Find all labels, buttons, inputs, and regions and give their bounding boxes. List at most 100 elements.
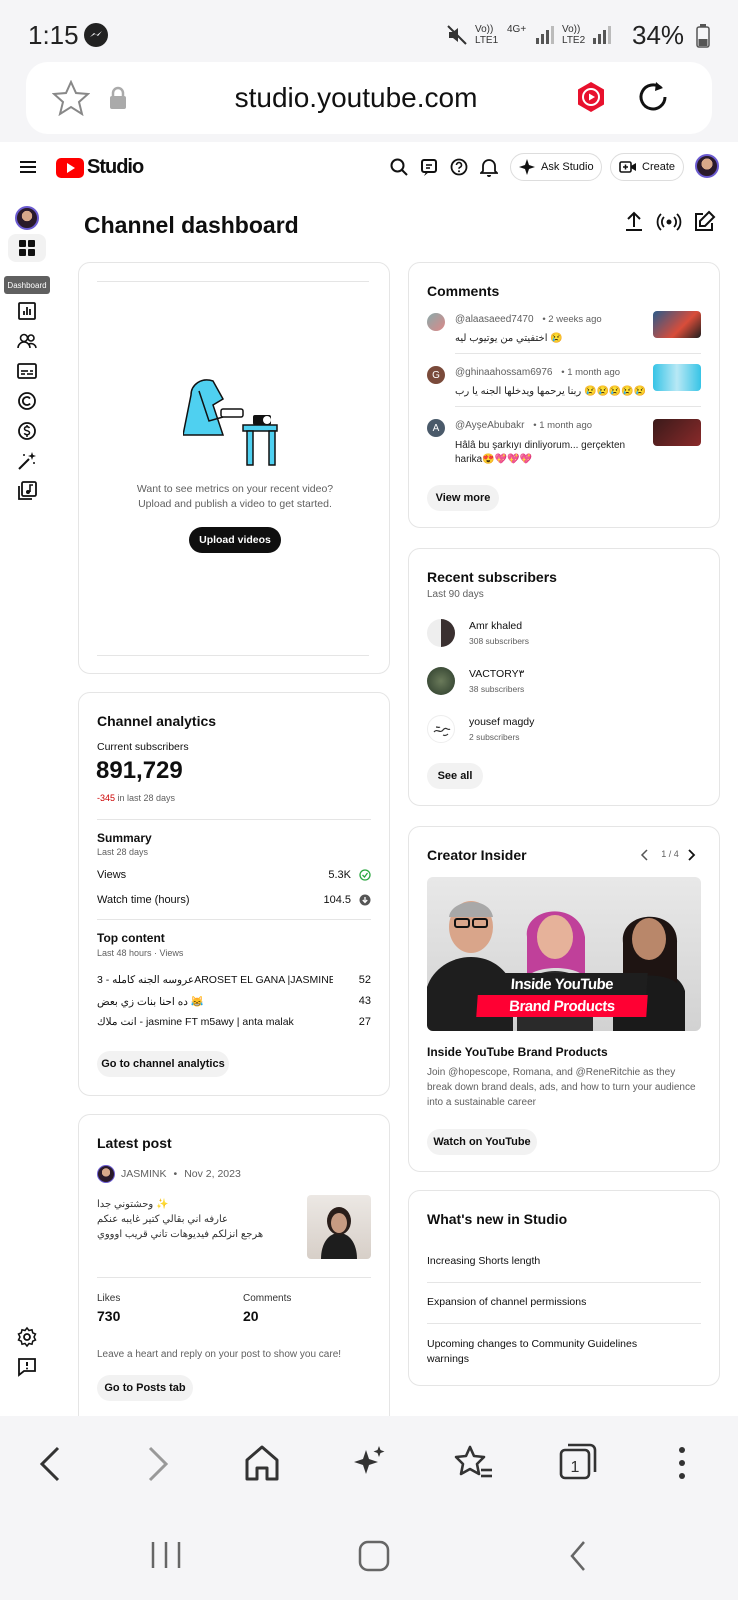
subscriber-name[interactable]: yousef magdy [469, 716, 534, 728]
go-to-analytics-button[interactable]: Go to channel analytics [97, 1051, 229, 1077]
more-options-icon[interactable] [678, 1446, 686, 1480]
subtitles-icon[interactable] [16, 360, 38, 382]
dashboard-icon [19, 240, 35, 256]
divider [97, 281, 369, 282]
upload-videos-button[interactable]: Upload videos [189, 527, 281, 553]
commenter-avatar: A [427, 419, 445, 437]
comment-video-thumbnail[interactable] [653, 311, 701, 338]
copyright-icon[interactable] [16, 390, 38, 412]
menu-icon[interactable] [20, 160, 36, 174]
whats-new-item[interactable]: Increasing Shorts length [427, 1255, 540, 1267]
subscriber-avatar[interactable] [427, 667, 455, 695]
top-content-item[interactable]: انت ملاك - jasmine FT m5awy | anta malak [97, 1016, 333, 1028]
system-back-icon[interactable] [568, 1540, 588, 1572]
notifications-icon[interactable] [480, 157, 498, 177]
chevron-left-icon[interactable] [639, 849, 651, 861]
reload-icon[interactable] [634, 78, 672, 116]
subscriber-avatar[interactable] [427, 715, 455, 743]
analytics-icon[interactable] [16, 300, 38, 322]
create-button[interactable]: Create [610, 153, 684, 181]
top-content-item[interactable]: عروسه الجنه كامله - 3AROSET EL GANA |JAS… [97, 974, 333, 986]
banner-line1: Inside YouTube [476, 973, 648, 995]
comment-author[interactable]: @alaasaeed7470 [455, 314, 534, 325]
insider-video-title[interactable]: Inside YouTube Brand Products [427, 1045, 608, 1059]
help-icon[interactable] [450, 158, 468, 176]
chevron-right-icon[interactable] [685, 849, 697, 861]
subscribers-count: 891,729 [96, 757, 183, 784]
comment-text: اختفيتي من يوتيوب ليه 😢 [455, 333, 563, 344]
top-content-sub: Last 48 hours · Views [97, 948, 184, 958]
search-icon[interactable] [390, 158, 408, 176]
go-to-posts-button[interactable]: Go to Posts tab [97, 1375, 193, 1401]
customization-wand-icon[interactable] [16, 450, 38, 472]
commenter-avatar [427, 313, 445, 331]
comment-author[interactable]: @ghinaahossam6976 [455, 367, 552, 378]
account-avatar[interactable] [695, 154, 719, 178]
audio-library-icon[interactable] [16, 480, 38, 502]
bookmarks-icon[interactable] [454, 1444, 494, 1482]
url-text[interactable]: studio.youtube.com [176, 82, 536, 114]
analytics-title: Channel analytics [97, 713, 217, 729]
view-more-button[interactable]: View more [427, 485, 499, 511]
send-feedback-icon[interactable] [16, 1356, 38, 1378]
subscriber-name[interactable]: VACTORY٣ [469, 668, 524, 680]
watch-on-youtube-button[interactable]: Watch on YouTube [427, 1129, 537, 1155]
recent-subscribers-card: Recent subscribers Last 90 days Amr khal… [408, 548, 720, 806]
home-icon[interactable] [244, 1444, 280, 1482]
top-content-item[interactable]: ده احنا بنات زي بعض 😹 [97, 995, 333, 1008]
post-text: ✨ وحشتوني جدا عارفه اني بقالي كتير غايبه… [97, 1197, 277, 1242]
see-all-button[interactable]: See all [427, 763, 483, 789]
create-post-icon[interactable] [690, 208, 718, 236]
upload-icon[interactable] [620, 208, 648, 236]
settings-gear-icon[interactable] [16, 1326, 38, 1348]
ask-studio-label: Ask Studio [541, 161, 594, 173]
post-line: هرجع انزلكم فيديوهات تاني قريب اوووي [97, 1229, 264, 1240]
svg-text:1: 1 [571, 1459, 580, 1476]
comment-time: • 2 weeks ago [542, 314, 602, 325]
earn-icon[interactable] [16, 420, 38, 442]
sparkle-icon [519, 159, 535, 175]
subscriber-name[interactable]: Amr khaled [469, 620, 522, 632]
post-author-avatar [97, 1165, 115, 1183]
creator-insider-card: Creator Insider 1 / 4 Inside YouTube Bra… [408, 826, 720, 1172]
comments-card: Comments @alaasaeed7470 • 2 weeks ago اخ… [408, 262, 720, 528]
youtube-studio-extension-icon[interactable] [574, 80, 608, 114]
divider [97, 1277, 371, 1278]
page-title: Channel dashboard [84, 212, 299, 238]
sidebar-item-dashboard[interactable] [8, 234, 46, 262]
system-home-icon[interactable] [358, 1540, 390, 1572]
post-image[interactable] [307, 1195, 371, 1259]
subscribers-title: Recent subscribers [427, 569, 557, 585]
studio-logo[interactable]: Studio [56, 156, 144, 179]
recent-apps-icon[interactable] [150, 1540, 182, 1570]
divider [97, 819, 371, 820]
community-icon[interactable] [16, 330, 38, 352]
go-live-icon[interactable] [655, 208, 683, 236]
bookmark-star-icon[interactable] [52, 80, 90, 116]
creator-insider-title: Creator Insider [427, 847, 527, 863]
comment-video-thumbnail[interactable] [653, 419, 701, 446]
studio-header: Studio Ask Studio Create [0, 142, 738, 196]
separator-dot: • [173, 1168, 178, 1180]
channel-avatar[interactable] [15, 206, 39, 230]
tabs-icon[interactable]: 1 [558, 1442, 598, 1482]
top-content-title: Top content [97, 931, 165, 945]
ai-sparkle-icon[interactable] [350, 1444, 386, 1482]
divider [455, 406, 701, 407]
change-suffix: in last 28 days [115, 793, 176, 803]
upload-illustration [183, 375, 289, 469]
ask-studio-button[interactable]: Ask Studio [510, 153, 602, 181]
creator-insider-thumbnail[interactable]: Inside YouTube Brand Products [427, 877, 701, 1031]
back-icon[interactable] [38, 1444, 62, 1484]
feedback-icon[interactable] [420, 157, 440, 177]
logo-text: Studio [87, 156, 144, 178]
subscribers-label: Current subscribers [97, 741, 189, 753]
comments-value: 20 [243, 1308, 259, 1324]
whats-new-item[interactable]: Upcoming changes to Community Guidelines… [427, 1337, 657, 1367]
address-bar[interactable]: studio.youtube.com [26, 62, 712, 134]
comment-video-thumbnail[interactable] [653, 364, 701, 391]
comment-author[interactable]: @AyşeAbubakr [455, 420, 524, 431]
whats-new-item[interactable]: Expansion of channel permissions [427, 1296, 586, 1308]
subscriber-avatar[interactable] [427, 619, 455, 647]
forward-icon[interactable] [146, 1444, 170, 1484]
